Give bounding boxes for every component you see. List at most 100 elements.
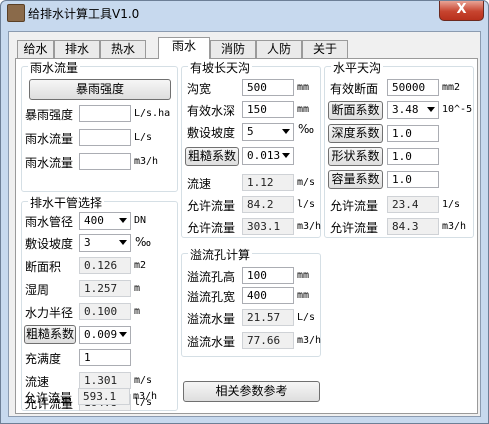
depth-coefficient-button[interactable]: 深度系数 [328,124,383,143]
gutter-roughness-value: 0.013 [247,149,281,162]
shape-coefficient-input[interactable]: 1.0 [387,148,439,165]
gutter-flow-ls-value: 84.2 [242,196,294,213]
rain-flow-ls-label: 雨水流量 [25,132,74,146]
pipe-velocity-label: 流速 [25,375,50,389]
rain-flow-m3h-label: 雨水流量 [25,156,74,170]
pipe-flow-m3h-unit: m3/h [133,391,158,402]
fill-ratio-label: 充满度 [25,352,62,366]
overflow-flow-ls-label: 溢流水量 [187,312,236,326]
pipe-diameter-select[interactable]: 400 [79,212,131,230]
overflow-flow-ls-value: 21.57 [242,309,294,326]
tab-fire[interactable]: 消防 [210,40,256,58]
pipe-diameter-label: 雨水管径 [25,215,74,229]
flat-gutter-group: 水平天沟 有效断面 50000 mm2 断面系数 3.48 10^-5 深度系数… [324,59,474,238]
rain-flow-m3h-input[interactable] [79,153,131,170]
overflow-width-label: 溢流孔宽 [187,290,236,304]
capacity-coefficient-input[interactable]: 1.0 [387,171,439,188]
shape-coefficient-button[interactable]: 形状系数 [328,147,383,166]
tab-rainwater[interactable]: 雨水 [158,37,210,59]
slope-gutter-group: 有坡长天沟 沟宽 500 mm 有效水深 150 mm 敷设坡度 5 ‰ 粗糙系… [181,59,322,238]
effective-section-input[interactable]: 50000 [387,79,439,96]
gutter-flow-m3h-unit: m3/h [297,221,322,232]
rain-intensity-label: 暴雨强度 [25,108,74,122]
overflow-title: 溢流孔计算 [188,246,253,263]
effective-section-label: 有效断面 [330,82,379,96]
gutter-depth-label: 有效水深 [187,104,236,118]
pipe-roughness-button[interactable]: 粗糙系数 [24,325,76,344]
flat-flow-ls-label: 允许流量 [330,199,379,213]
fill-ratio-input[interactable]: 1 [79,349,131,366]
pipe-slope-unit: ‰ [135,235,152,249]
overflow-flow-ls-unit: L/s [297,312,316,323]
overflow-flow-m3h-label: 溢流水量 [187,335,236,349]
pipe-roughness-value: 0.009 [84,328,118,341]
pipe-flow-m3h-value: 593.1 [78,388,130,405]
flat-flow-m3h-value: 84.3 [387,218,439,235]
chevron-down-icon [282,153,290,158]
close-button[interactable]: X [439,1,484,21]
rain-flow-group: 雨水流量 暴雨强度 暴雨强度 L/s.ha 雨水流量 L/s 雨水流量 m3/h [21,59,178,192]
hydraulic-radius-label: 水力半径 [25,306,74,320]
gutter-depth-input[interactable]: 150 [242,101,294,118]
gutter-roughness-button[interactable]: 粗糙系数 [185,147,239,166]
pipe-velocity-value: 1.301 [79,372,131,389]
section-coefficient-button[interactable]: 断面系数 [328,101,383,120]
gutter-velocity-value: 1.12 [242,174,294,191]
overflow-height-unit: mm [297,270,310,281]
chevron-down-icon [119,218,127,223]
rain-flow-ls-input[interactable] [79,129,131,146]
tab-water-supply[interactable]: 给水 [17,40,54,58]
capacity-coefficient-button[interactable]: 容量系数 [328,170,383,189]
chevron-down-icon [119,332,127,337]
flat-flow-ls-unit: 1/s [442,199,461,210]
tab-drainage[interactable]: 排水 [54,40,100,58]
depth-coefficient-input[interactable]: 1.0 [387,125,439,142]
gutter-roughness-select[interactable]: 0.013 [242,147,294,165]
title-bar[interactable]: 给排水计算工具V1.0 X [1,1,488,27]
app-icon [7,4,25,22]
related-parameters-button[interactable]: 相关参数参考 [183,381,320,402]
overflow-height-label: 溢流孔高 [187,270,236,284]
gutter-flow-ls-unit: l/s [297,199,316,210]
flat-flow-m3h-unit: m3/h [442,221,467,232]
gutter-slope-unit: ‰ [298,122,315,136]
overflow-width-unit: mm [297,290,310,301]
gutter-depth-unit: mm [297,104,310,115]
pipe-diameter-unit: DN [134,215,147,226]
wetted-perimeter-unit: m [134,283,141,294]
main-pipe-group: 排水干管选择 雨水管径 400 DN 敷设坡度 3 ‰ 断面积 0.126 m2… [21,194,178,411]
pipe-slope-value: 3 [84,236,91,249]
rain-intensity-unit: L/s.ha [134,108,171,119]
rain-flow-title: 雨水流量 [28,59,81,76]
overflow-height-input[interactable]: 100 [242,267,294,284]
flat-gutter-title: 水平天沟 [331,59,384,76]
main-pipe-title: 排水干管选择 [28,194,105,211]
pipe-velocity-unit: m/s [134,375,153,386]
chevron-down-icon [427,107,435,112]
rain-flow-m3h-unit: m3/h [134,156,159,167]
flat-flow-ls-value: 23.4 [387,196,439,213]
tab-hot-water[interactable]: 热水 [100,40,146,58]
client-area: 给水 排水 热水 雨水 消防 人防 关于 雨水流量 暴雨强度 暴雨强度 L/s.… [8,31,481,417]
gutter-velocity-label: 流速 [187,177,212,191]
chevron-down-icon [282,129,290,134]
overflow-flow-m3h-unit: m3/h [297,335,322,346]
gutter-width-unit: mm [297,82,310,93]
section-area-value: 0.126 [79,257,131,274]
gutter-width-input[interactable]: 500 [242,79,294,96]
rain-intensity-button[interactable]: 暴雨强度 [29,79,171,100]
section-coefficient-select[interactable]: 3.48 [387,101,439,119]
overflow-flow-m3h-value: 77.66 [242,332,294,349]
flat-flow-m3h-label: 允许流量 [330,221,379,235]
overflow-group: 溢流孔计算 溢流孔高 100 mm 溢流孔宽 400 mm 溢流水量 21.57… [181,246,322,357]
tab-panel-rainwater: 雨水流量 暴雨强度 暴雨强度 L/s.ha 雨水流量 L/s 雨水流量 m3/h… [15,58,478,414]
overflow-width-input[interactable]: 400 [242,287,294,304]
tab-about[interactable]: 关于 [302,40,348,58]
chevron-down-icon [119,240,127,245]
hydraulic-radius-unit: m [134,306,141,317]
pipe-slope-select[interactable]: 3 [79,234,131,252]
pipe-roughness-select[interactable]: 0.009 [79,326,131,344]
gutter-slope-select[interactable]: 5 [242,123,294,141]
rain-intensity-input[interactable] [79,105,131,122]
tab-civil-defense[interactable]: 人防 [256,40,302,58]
